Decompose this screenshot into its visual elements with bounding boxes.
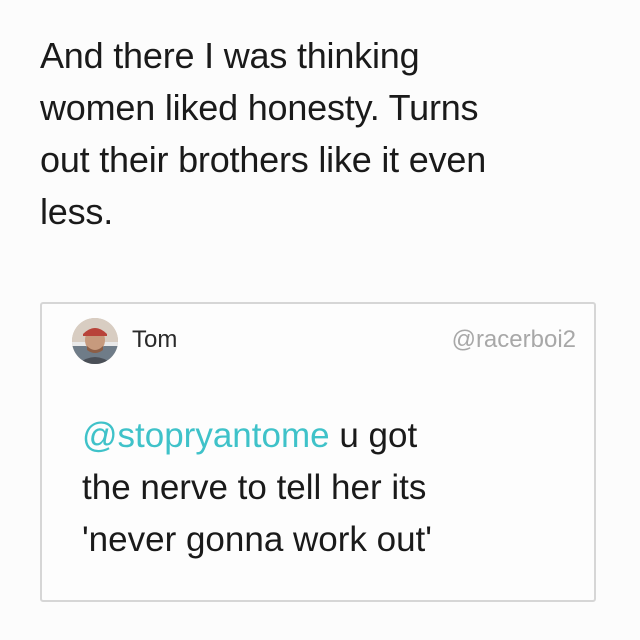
quoted-tweet-line: 'never gonna work out' xyxy=(82,520,432,559)
tweet-line: less. xyxy=(40,191,114,232)
user-avatar-icon[interactable] xyxy=(72,318,118,364)
tweet-line: out their brothers like it even xyxy=(40,139,487,180)
avatar-photo-icon xyxy=(72,318,118,364)
quoted-user-handle[interactable]: @racerboi2 xyxy=(452,326,576,354)
quoted-tweet-line: the nerve to tell her its xyxy=(82,468,427,507)
quoted-user-name[interactable]: Tom xyxy=(132,326,177,354)
quoted-tweet-card[interactable]: Tom @racerboi2 @stopryantome u got the n… xyxy=(40,302,596,602)
tweet-line: And there I was thinking xyxy=(40,35,420,76)
tweet-line: women liked honesty. Turns xyxy=(40,87,479,128)
quoted-tweet-line: @stopryantome u got xyxy=(82,410,582,462)
mention-link[interactable]: @stopryantome xyxy=(82,416,330,455)
tweet-text: And there I was thinking women liked hon… xyxy=(40,30,600,238)
quoted-tweet-line-rest: u got xyxy=(329,416,418,455)
quoted-tweet-header: Tom @racerboi2 xyxy=(72,316,576,366)
quoted-tweet-text: @stopryantome u got the nerve to tell he… xyxy=(82,410,582,566)
